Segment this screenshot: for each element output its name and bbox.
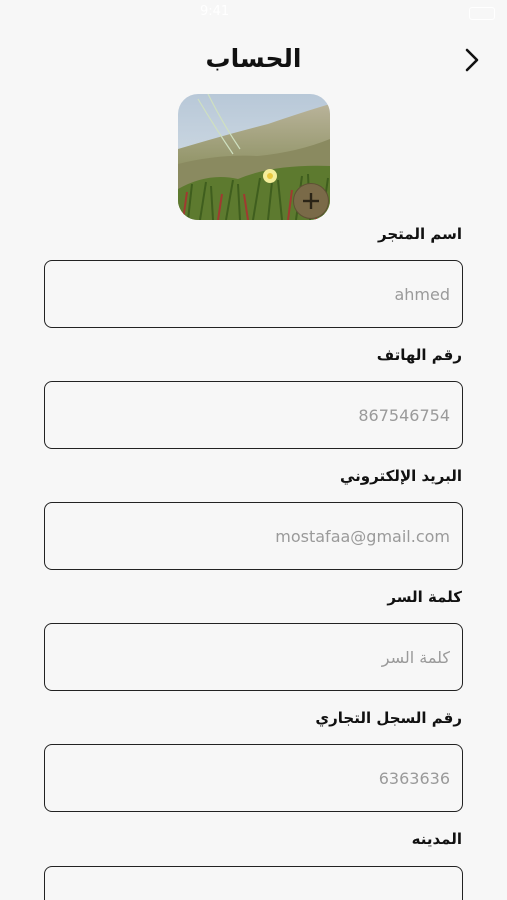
phone-input[interactable] bbox=[44, 381, 463, 449]
phone-label: رقم الهاتف bbox=[376, 346, 462, 364]
back-button[interactable] bbox=[456, 44, 488, 76]
status-bar: 9:41 bbox=[0, 0, 507, 26]
battery-icon bbox=[469, 7, 495, 20]
password-label: كلمة السر bbox=[387, 588, 462, 606]
page-title: الحساب bbox=[205, 44, 302, 73]
add-photo-button[interactable] bbox=[293, 183, 329, 219]
password-input[interactable] bbox=[44, 623, 463, 691]
store-name-label: اسم المتجر bbox=[378, 225, 462, 243]
chevron-right-icon bbox=[465, 48, 479, 72]
status-time: 9:41 bbox=[200, 4, 230, 19]
header: الحساب bbox=[0, 36, 507, 86]
city-input[interactable] bbox=[44, 866, 463, 900]
store-name-input[interactable] bbox=[44, 260, 463, 328]
city-label: المدينه bbox=[411, 830, 462, 848]
commercial-register-input[interactable] bbox=[44, 744, 463, 812]
email-input[interactable] bbox=[44, 502, 463, 570]
commercial-register-label: رقم السجل التجاري bbox=[315, 709, 462, 727]
plus-icon bbox=[303, 193, 319, 209]
email-label: البريد الإلكتروني bbox=[340, 467, 462, 485]
